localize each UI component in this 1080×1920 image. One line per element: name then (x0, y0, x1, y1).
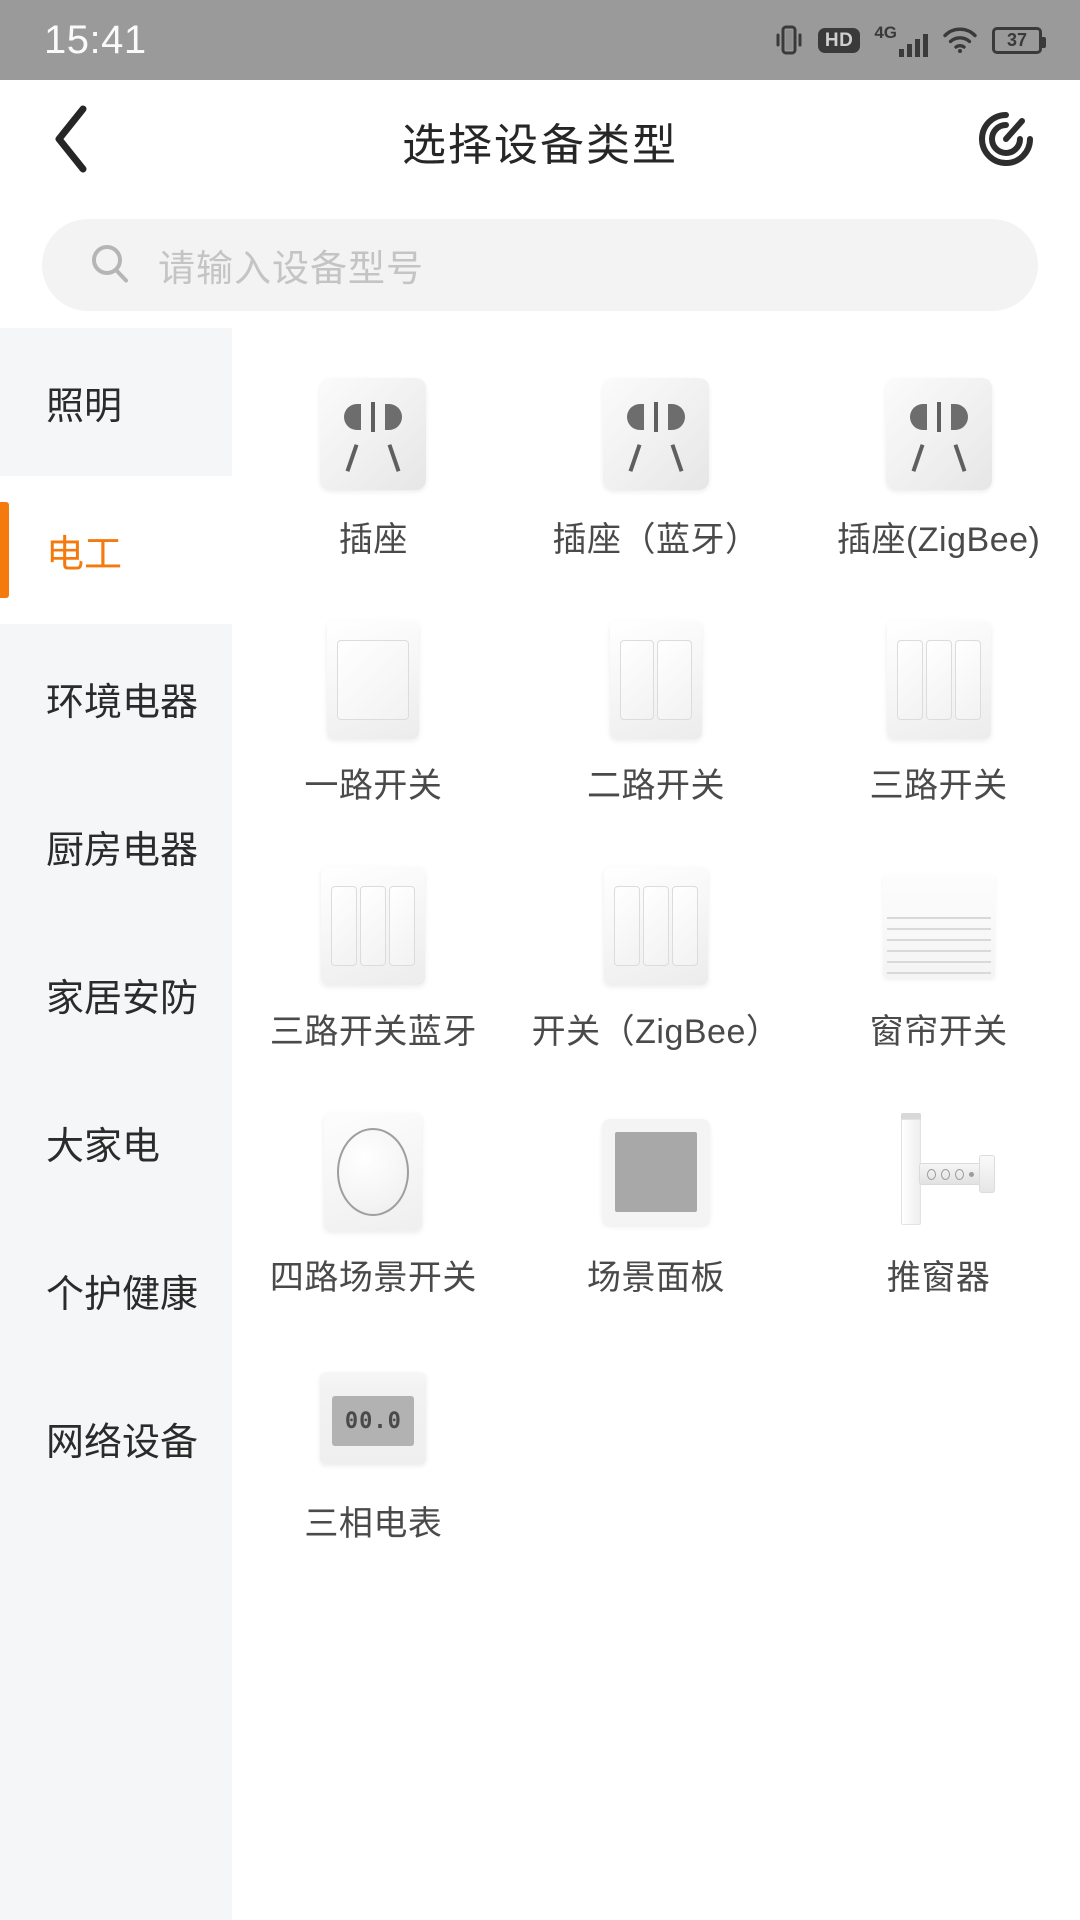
device-label: 开关（ZigBee） (531, 1013, 781, 1051)
battery-level-label: 37 (1006, 30, 1028, 50)
sidebar-item-label: 大家电 (46, 1125, 161, 1168)
sidebar-item-label: 厨房电器 (46, 829, 199, 872)
device-item-scene-switch-4gang[interactable]: 四路场景开关 (232, 1090, 515, 1336)
status-time: 15:41 (44, 17, 147, 62)
meter-display-value: 00.0 (344, 1408, 402, 1434)
device-item-curtain-switch[interactable]: 窗帘开关 (797, 844, 1080, 1090)
device-label: 四路场景开关 (269, 1259, 477, 1297)
device-label: 插座(ZigBee) (836, 521, 1041, 559)
wifi-icon (942, 26, 978, 54)
search-input[interactable]: 请输入设备型号 (42, 219, 1038, 311)
device-item-switch-3gang[interactable]: 三路开关 (797, 598, 1080, 844)
device-label: 插座 (338, 521, 408, 559)
switch-zigbee-icon (603, 856, 708, 996)
device-label: 二路开关 (586, 767, 725, 805)
device-label: 三相电表 (304, 1505, 443, 1543)
category-sidebar: 照明 电工 环境电器 厨房电器 家居安防 大家电 个护健康 网络设备 (0, 328, 232, 1920)
device-label: 推窗器 (886, 1259, 991, 1297)
sidebar-item-environment-appliance[interactable]: 环境电器 (0, 624, 232, 772)
sidebar-item-lighting[interactable]: 照明 (0, 328, 232, 476)
device-label: 场景面板 (586, 1259, 725, 1297)
device-label: 三路开关蓝牙 (269, 1013, 477, 1051)
device-item-socket-bluetooth[interactable]: 插座（蓝牙） (515, 352, 798, 598)
switch-3gang-icon (886, 610, 991, 750)
status-icon-group: HD 4G 37 (774, 23, 1046, 57)
device-grid-area: 插座 插座（蓝牙） 插座(ZigBee) 一路开关 二路开关 三路开关 三路开关… (232, 328, 1080, 1920)
switch-2gang-icon (609, 610, 702, 750)
sidebar-item-label: 网络设备 (46, 1421, 199, 1464)
sidebar-item-electrical[interactable]: 电工 (0, 476, 232, 624)
network-type-label: 4G (874, 22, 897, 42)
sidebar-item-kitchen-appliance[interactable]: 厨房电器 (0, 772, 232, 920)
page-title: 选择设备类型 (402, 121, 678, 170)
vibrate-icon (774, 23, 804, 57)
window-opener-icon (879, 1102, 999, 1242)
sidebar-item-network-device[interactable]: 网络设备 (0, 1364, 232, 1512)
sidebar-item-home-security[interactable]: 家居安防 (0, 920, 232, 1068)
search-section: 请输入设备型号 (0, 202, 1080, 328)
scan-button[interactable] (968, 103, 1044, 179)
device-label: 插座（蓝牙） (552, 521, 760, 559)
hd-icon: HD (817, 27, 861, 53)
app-screen: 15:41 HD 4G 37 选择设备类型 请输入设备型号 照明 电工 环境电器… (0, 0, 1080, 1920)
device-item-three-phase-meter[interactable]: 00.0 三相电表 (232, 1336, 515, 1582)
scene-switch-4gang-icon (324, 1102, 423, 1242)
socket-zigbee-icon (885, 364, 992, 504)
sidebar-item-label: 环境电器 (46, 681, 199, 724)
battery-icon: 37 (992, 26, 1046, 54)
device-item-switch-3gang-bluetooth[interactable]: 三路开关蓝牙 (232, 844, 515, 1090)
content-body: 照明 电工 环境电器 厨房电器 家居安防 大家电 个护健康 网络设备 插座 插座… (0, 328, 1080, 1920)
device-item-window-opener[interactable]: 推窗器 (797, 1090, 1080, 1336)
sidebar-item-label: 电工 (46, 533, 123, 576)
socket-bluetooth-icon (602, 364, 709, 504)
scan-spiral-icon (973, 106, 1039, 177)
sidebar-item-large-appliance[interactable]: 大家电 (0, 1068, 232, 1216)
device-item-socket[interactable]: 插座 (232, 352, 515, 598)
sidebar-item-label: 照明 (46, 385, 123, 428)
status-bar: 15:41 HD 4G 37 (0, 0, 1080, 80)
cellular-signal-icon: 4G (874, 24, 928, 57)
curtain-switch-icon (882, 856, 995, 996)
device-label: 窗帘开关 (869, 1013, 1008, 1051)
sidebar-item-personal-care[interactable]: 个护健康 (0, 1216, 232, 1364)
chevron-left-icon (49, 103, 95, 180)
scene-panel-icon (601, 1102, 710, 1242)
sidebar-item-label: 家居安防 (46, 977, 199, 1020)
app-header: 选择设备类型 (0, 80, 1080, 202)
device-item-socket-zigbee[interactable]: 插座(ZigBee) (797, 352, 1080, 598)
sidebar-item-label: 个护健康 (46, 1273, 199, 1316)
device-grid: 插座 插座（蓝牙） 插座(ZigBee) 一路开关 二路开关 三路开关 三路开关… (232, 352, 1080, 1582)
search-icon (88, 241, 132, 290)
search-placeholder: 请输入设备型号 (158, 248, 424, 289)
device-item-switch-zigbee[interactable]: 开关（ZigBee） (515, 844, 798, 1090)
switch-1gang-icon (327, 610, 420, 750)
device-item-scene-panel[interactable]: 场景面板 (515, 1090, 798, 1336)
switch-3gang-bluetooth-icon (321, 856, 426, 996)
socket-icon (320, 364, 427, 504)
device-item-switch-2gang[interactable]: 二路开关 (515, 598, 798, 844)
back-button[interactable] (34, 103, 110, 179)
signal-bars (899, 33, 928, 57)
device-label: 三路开关 (869, 767, 1008, 805)
device-label: 一路开关 (304, 767, 443, 805)
device-item-switch-1gang[interactable]: 一路开关 (232, 598, 515, 844)
three-phase-meter-icon: 00.0 (320, 1348, 427, 1488)
